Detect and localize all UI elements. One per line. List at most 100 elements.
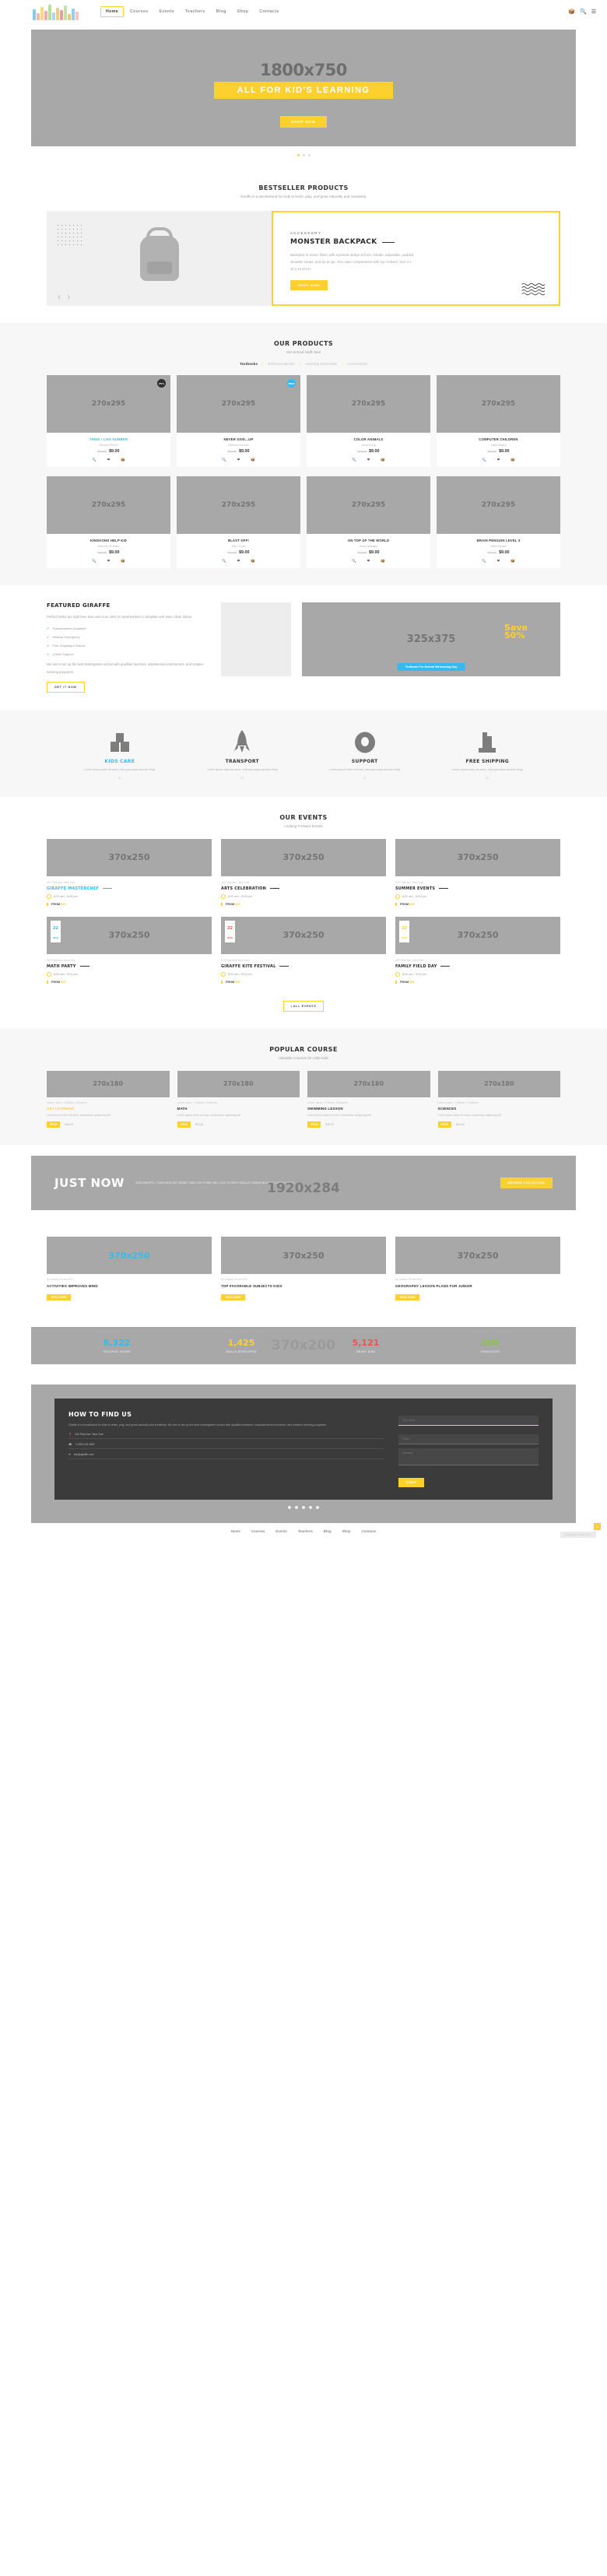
read-more-button[interactable]: READ MORE	[395, 1294, 420, 1301]
cart-icon[interactable]: 📦	[511, 458, 515, 462]
zoom-icon[interactable]: 🔍	[352, 559, 356, 563]
carousel-dot[interactable]	[309, 1506, 312, 1510]
cart-icon[interactable]: 📦	[381, 559, 385, 563]
product-card[interactable]: 270x295 COLOR ANIMALS Grap Kong $15.00 $9…	[307, 375, 430, 468]
product-tabs: Textbooks / ReferenceBooks / Learning Essent…	[31, 362, 576, 366]
course-card[interactable]: 270x180 Lorem, Ipsum - 8 Weeks, 4 Studen…	[307, 1070, 430, 1128]
carousel-dot[interactable]	[302, 154, 305, 156]
heart-icon[interactable]: ❤	[107, 559, 111, 563]
product-card[interactable]: 270x295 BLAST OFF! Tom Crush $15.00 $9.00…	[177, 476, 300, 569]
event-card[interactable]: 370x250 220 Park Ave, New York SUMMER EV…	[395, 838, 560, 906]
course-card[interactable]: 270x180 Lorem, Ipsum - 8 Weeks, 4 Studen…	[47, 1070, 170, 1128]
nav-item-teachers[interactable]: Teachers	[181, 7, 210, 16]
service-title: TRANSPORT	[225, 758, 259, 764]
all-events-button[interactable]: | ALL EVENTS	[282, 1000, 325, 1012]
cart-icon[interactable]: 📦	[381, 458, 385, 462]
blog-card[interactable]: 370x250 By Jessica, 25 Jan 2017 GEOGRAPH…	[395, 1237, 560, 1302]
hero-shop-now-button[interactable]: SHOP NOW	[280, 116, 327, 128]
product-price: $15.00 $9.00	[357, 550, 380, 556]
nav-item-blog[interactable]: Blog	[212, 7, 231, 16]
blog-card[interactable]: 370x250 By Jessica, 25 Jan 2017 TOP FAVO…	[221, 1237, 386, 1302]
stat-item: 5,121 SMART KIDS	[304, 1338, 428, 1353]
event-card[interactable]: 370x250 22 AUG 220 Park Ave, New York FA…	[395, 916, 560, 984]
zoom-icon[interactable]: 🔍	[482, 458, 486, 462]
tab-accessories[interactable]: Accessories	[343, 362, 372, 366]
hero-placeholder: 1800x750	[260, 61, 347, 79]
event-card[interactable]: 370x250 22 AUG 220 Park Ave, New York MA…	[47, 916, 212, 984]
message-input[interactable]	[398, 1448, 539, 1466]
heart-icon[interactable]: ❤	[367, 559, 370, 563]
cart-icon[interactable]: 📦	[121, 458, 125, 462]
site-logo[interactable]	[33, 3, 79, 20]
read-more-button[interactable]: READ MORE	[47, 1294, 72, 1301]
read-more-button[interactable]: READ MORE	[221, 1294, 246, 1301]
event-address: 220 Park Ave, New York	[47, 880, 75, 884]
zoom-icon[interactable]: 🔍	[92, 458, 96, 462]
prev-arrow-icon[interactable]: ❮	[58, 295, 61, 300]
heart-icon[interactable]: ❤	[367, 458, 370, 462]
nav-item-courses[interactable]: Courses	[125, 7, 153, 16]
submit-button[interactable]: SUBMIT	[398, 1478, 424, 1488]
footer-link-shop[interactable]: Shop	[337, 1529, 356, 1533]
product-card[interactable]: 270x295 COMPUTER CHILDREN Zata Magini $1…	[437, 375, 560, 468]
nav-item-contacts[interactable]: Contacts	[254, 7, 283, 16]
heart-icon[interactable]: ❤	[497, 458, 500, 462]
zoom-icon[interactable]: 🔍	[222, 458, 226, 462]
heart-icon[interactable]: ❤	[237, 458, 240, 462]
zoom-icon[interactable]: 🔍	[352, 458, 356, 462]
zoom-icon[interactable]: 🔍	[222, 559, 226, 563]
product-card[interactable]: 270x295 ON TOP OF THE WORLD Anna Makitah…	[307, 476, 430, 569]
event-card[interactable]: 370x250 220 Park Ave, New York ARTS CELE…	[221, 838, 386, 906]
product-card[interactable]: 270x295 NEW NEVER GIVE...UP Micheal Dood…	[177, 375, 300, 468]
featured-cta-button[interactable]: GET IT NOW	[47, 681, 85, 693]
arrow-up-icon[interactable]: ▲	[594, 1523, 601, 1531]
carousel-dot[interactable]	[295, 1506, 298, 1510]
search-icon[interactable]: 🔍	[580, 9, 587, 15]
cart-icon[interactable]: 📦	[251, 559, 255, 563]
blog-card[interactable]: 370x250 By Jessica, 25 Jan 2017 ACTIVITI…	[47, 1237, 212, 1302]
next-arrow-icon[interactable]: ❯	[67, 295, 70, 300]
logo-block	[72, 9, 75, 20]
heart-icon[interactable]: ❤	[497, 559, 500, 563]
carousel-dot[interactable]	[307, 154, 311, 156]
browse-collection-button[interactable]: BROWSE COLLECTION	[500, 1177, 553, 1189]
nav-item-shop[interactable]: Shop	[233, 7, 254, 16]
heart-icon[interactable]: ❤	[107, 458, 111, 462]
course-card[interactable]: 270x180 Lorem, Ipsum - 8 Weeks, 4 Studen…	[437, 1070, 560, 1128]
footer-link-courses[interactable]: Courses	[246, 1529, 271, 1533]
zoom-icon[interactable]: 🔍	[92, 559, 96, 563]
carousel-dot[interactable]	[316, 1506, 319, 1510]
tab-referencebooks[interactable]: ReferenceBooks	[263, 362, 300, 366]
bestseller-shop-now-button[interactable]: SHOP NOW	[290, 280, 328, 291]
footer-link-teachers[interactable]: Teachers	[293, 1529, 318, 1533]
main-navigation: Home Courses Events Teachers Blog Shop Contact…	[100, 6, 284, 17]
cart-icon[interactable]: 📦	[121, 559, 125, 563]
nav-item-events[interactable]: Events	[155, 7, 179, 16]
product-card[interactable]: 270x295 KINGKONG HELP KID Hannah Showler…	[47, 476, 170, 569]
tab-textbooks[interactable]: Textbooks	[235, 362, 262, 366]
carousel-dot[interactable]	[302, 1506, 305, 1510]
event-card[interactable]: 370x250 220 Park Ave, New York GIRAFFE M…	[47, 838, 212, 906]
bestseller-carousel-arrows: ❮ ❯	[58, 295, 70, 300]
cart-icon[interactable]: 📦	[568, 9, 575, 15]
event-card[interactable]: 370x250 22 AUG 220 Park Ave, New York GI…	[221, 916, 386, 984]
carousel-dot[interactable]	[288, 1506, 291, 1510]
footer-link-home[interactable]: Home	[226, 1529, 246, 1533]
nav-item-home[interactable]: Home	[100, 6, 125, 17]
menu-icon[interactable]: ☰	[591, 9, 596, 15]
name-input[interactable]	[398, 1416, 539, 1427]
footer-link-events[interactable]: Events	[270, 1529, 292, 1533]
footer-link-contacts[interactable]: Contacts	[356, 1529, 382, 1533]
promo-tag-button[interactable]: Textbook For School Welcoming Day	[397, 663, 465, 672]
tab-learning-essentials[interactable]: Learning Essentials	[300, 362, 342, 366]
carousel-dot[interactable]	[296, 154, 300, 156]
cart-icon[interactable]: 📦	[511, 559, 515, 563]
cart-icon[interactable]: 📦	[251, 458, 255, 462]
product-card[interactable]: 270x295 BRAIN PENGUIN LEVEL 3 Miki Kanat…	[437, 476, 560, 569]
email-input[interactable]	[398, 1434, 539, 1445]
footer-link-blog[interactable]: Blog	[318, 1529, 337, 1533]
heart-icon[interactable]: ❤	[237, 559, 240, 563]
course-card[interactable]: 270x180 Lorem, Ipsum - 8 Weeks, 4 Studen…	[177, 1070, 300, 1128]
product-card[interactable]: 270x295 25% THINK I LIKE NUMBER Richard …	[47, 375, 170, 468]
zoom-icon[interactable]: 🔍	[482, 559, 486, 563]
